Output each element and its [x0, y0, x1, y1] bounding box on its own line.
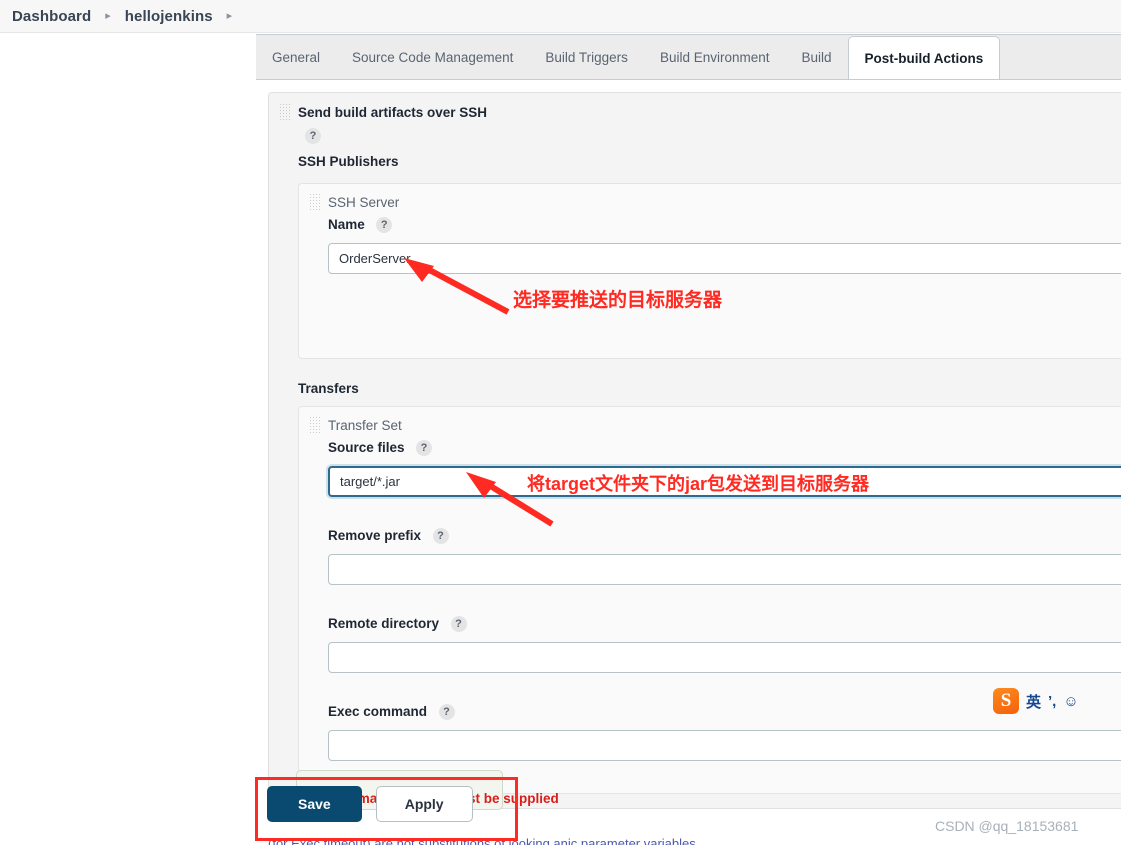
- ssh-server-panel-header: SSH Server: [299, 193, 1121, 212]
- apply-button[interactable]: Apply: [375, 786, 473, 822]
- annotation-arrow-select-server: [404, 258, 510, 315]
- tab-build-environment[interactable]: Build Environment: [644, 36, 786, 80]
- tab-post-build-actions[interactable]: Post-build Actions: [847, 36, 1001, 81]
- watermark: CSDN @qq_18153681: [935, 818, 1079, 834]
- help-icon[interactable]: ?: [376, 216, 393, 233]
- sogou-logo-icon[interactable]: S: [993, 688, 1019, 714]
- remote-directory-label: Remote directory: [328, 616, 440, 631]
- tab-build[interactable]: Build: [786, 36, 848, 80]
- tab-build-triggers[interactable]: Build Triggers: [529, 36, 644, 80]
- transfers-group-label: Transfers: [298, 381, 359, 396]
- tab-general[interactable]: General: [256, 36, 336, 80]
- help-icon[interactable]: ?: [432, 527, 449, 544]
- breadcrumb-separator-icon: ▸: [105, 9, 111, 22]
- ssh-publishers-heading: SSH Publishers: [269, 145, 1121, 171]
- help-icon[interactable]: ?: [450, 615, 467, 632]
- post-build-actions-form: Send build artifacts over SSH ? SSH Publ…: [256, 79, 1121, 845]
- ime-punctuation-toggle[interactable]: ’,: [1048, 693, 1056, 710]
- annotation-text-send-jar: 将target文件夹下的jar包发送到目标服务器: [527, 474, 870, 494]
- tab-source-code-management[interactable]: Source Code Management: [336, 36, 529, 80]
- help-icon[interactable]: ?: [305, 127, 321, 144]
- annotation-text-select-server: 选择要推送的目标服务器: [513, 290, 723, 311]
- exec-command-label: Exec command: [328, 704, 428, 719]
- transfer-set-panel: Transfer Set Source files ? Remove prefi…: [298, 406, 1121, 794]
- ime-emoji-icon[interactable]: ☺: [1063, 693, 1078, 710]
- remote-directory-input[interactable]: [328, 642, 1121, 673]
- breadcrumb-item-hellojenkins[interactable]: hellojenkins: [125, 8, 213, 25]
- ssh-server-name-label-row: Name ?: [299, 212, 1121, 234]
- drag-handle-icon[interactable]: [309, 193, 320, 212]
- drag-handle-icon[interactable]: [279, 103, 290, 122]
- ime-mode-toggle[interactable]: 英: [1026, 691, 1041, 712]
- ssh-publishers-label: SSH Publishers: [298, 154, 399, 169]
- breadcrumb-dropdown-chevron-icon[interactable]: ▸: [227, 10, 233, 22]
- transfer-set-panel-header: Transfer Set: [299, 416, 1121, 435]
- jenkins-job-config-page: Dashboard ▸ hellojenkins ▸ General Sourc…: [0, 0, 1121, 845]
- breadcrumb: Dashboard ▸ hellojenkins ▸: [0, 0, 1121, 33]
- ssh-section-help-row: ?: [269, 122, 1121, 145]
- ssh-server-name-label: Name: [328, 217, 365, 232]
- section-title: Send build artifacts over SSH: [298, 105, 488, 120]
- ssh-server-panel-label: SSH Server: [328, 195, 400, 210]
- drag-handle-icon[interactable]: [309, 416, 320, 435]
- form-action-bar: Save Apply: [267, 786, 473, 822]
- breadcrumb-item-dashboard[interactable]: Dashboard: [12, 8, 91, 25]
- remove-prefix-label-row: Remove prefix ?: [299, 511, 1121, 545]
- help-icon[interactable]: ?: [438, 703, 455, 720]
- help-icon[interactable]: ?: [415, 439, 432, 456]
- source-files-label: Source files: [328, 440, 405, 455]
- remove-prefix-label: Remove prefix: [328, 528, 422, 543]
- ssh-section-header: Send build artifacts over SSH: [269, 103, 1121, 122]
- source-files-label-row: Source files ?: [299, 435, 1121, 457]
- save-button[interactable]: Save: [267, 786, 362, 822]
- remove-prefix-input[interactable]: [328, 554, 1121, 585]
- transfer-set-panel-label: Transfer Set: [328, 418, 402, 433]
- remote-directory-label-row: Remote directory ?: [299, 599, 1121, 633]
- exec-command-input[interactable]: [328, 730, 1121, 761]
- config-tab-bar: General Source Code Management Build Tri…: [256, 34, 1121, 81]
- sogou-ime-toolbar[interactable]: S 英 ’, ☺: [993, 688, 1079, 714]
